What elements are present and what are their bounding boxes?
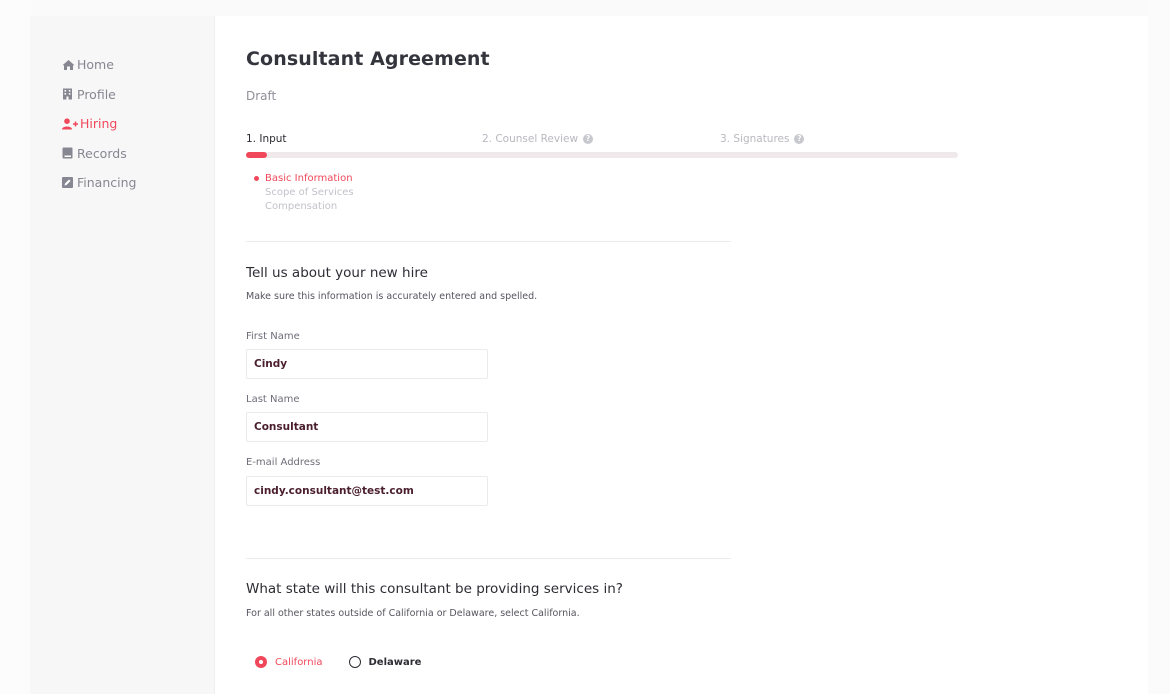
- step-input[interactable]: 1. Input: [246, 133, 287, 145]
- substep-list: Basic Information Scope of Services Comp…: [254, 171, 354, 213]
- radio-label: Delaware: [368, 656, 422, 668]
- book-icon: [62, 147, 75, 160]
- substep-scope-of-services[interactable]: Scope of Services: [254, 185, 354, 199]
- radio-california[interactable]: California: [255, 656, 323, 668]
- radio-selected-icon: [255, 656, 267, 668]
- new-hire-title: Tell us about your new hire: [246, 265, 428, 281]
- help-icon[interactable]: ?: [583, 134, 594, 144]
- radio-label: California: [275, 656, 323, 668]
- top-strip: [0, 0, 1170, 16]
- state-title: What state will this consultant be provi…: [246, 581, 623, 597]
- sidebar-item-profile[interactable]: Profile: [62, 80, 136, 110]
- state-subtitle: For all other states outside of Californ…: [246, 608, 580, 619]
- edit-icon: [62, 176, 75, 189]
- help-icon[interactable]: ?: [794, 134, 805, 144]
- sidebar-item-label: Hiring: [80, 116, 118, 132]
- email-label: E-mail Address: [246, 457, 321, 468]
- building-icon: [62, 88, 75, 101]
- first-name-field[interactable]: [246, 349, 488, 379]
- substep-compensation[interactable]: Compensation: [254, 199, 354, 213]
- page-title: Consultant Agreement: [246, 48, 490, 70]
- sidebar-item-financing[interactable]: Financing: [62, 168, 136, 198]
- sidebar: Home Profile Hiring Records Financing: [62, 50, 136, 198]
- state-radio-group: California Delaware: [255, 656, 447, 668]
- sidebar-item-home[interactable]: Home: [62, 50, 136, 80]
- progress-bar: [246, 152, 958, 158]
- divider: [246, 558, 731, 559]
- step-signatures[interactable]: 3. Signatures ?: [720, 133, 805, 145]
- sidebar-item-hiring[interactable]: Hiring: [62, 109, 136, 139]
- right-strip: [1148, 0, 1170, 694]
- last-name-label: Last Name: [246, 394, 300, 405]
- progress-fill: [246, 152, 268, 158]
- divider: [246, 241, 731, 242]
- first-name-label: First Name: [246, 331, 300, 342]
- new-hire-subtitle: Make sure this information is accurately…: [246, 291, 538, 302]
- last-name-field[interactable]: [246, 412, 488, 442]
- main-panel: Consultant Agreement Draft 1. Input 2. C…: [214, 16, 1148, 694]
- sidebar-item-label: Profile: [77, 86, 116, 102]
- substep-basic-information[interactable]: Basic Information: [254, 171, 354, 185]
- step-label: 1. Input: [246, 133, 287, 145]
- radio-unselected-icon: [348, 656, 361, 668]
- sidebar-item-records[interactable]: Records: [62, 139, 136, 169]
- user-plus-icon: [62, 117, 78, 130]
- stepper: 1. Input 2. Counsel Review ? 3. Signatur…: [246, 133, 958, 147]
- left-strip: [0, 0, 30, 694]
- step-counsel-review[interactable]: 2. Counsel Review ?: [482, 133, 594, 145]
- home-icon: [62, 58, 75, 71]
- sidebar-item-label: Records: [77, 145, 127, 161]
- sidebar-item-label: Home: [77, 57, 114, 73]
- sidebar-item-label: Financing: [77, 175, 137, 191]
- radio-delaware[interactable]: Delaware: [348, 656, 422, 668]
- step-label: 3. Signatures: [720, 133, 790, 145]
- status-label: Draft: [246, 89, 277, 103]
- email-field[interactable]: [246, 476, 488, 506]
- step-label: 2. Counsel Review: [482, 133, 579, 145]
